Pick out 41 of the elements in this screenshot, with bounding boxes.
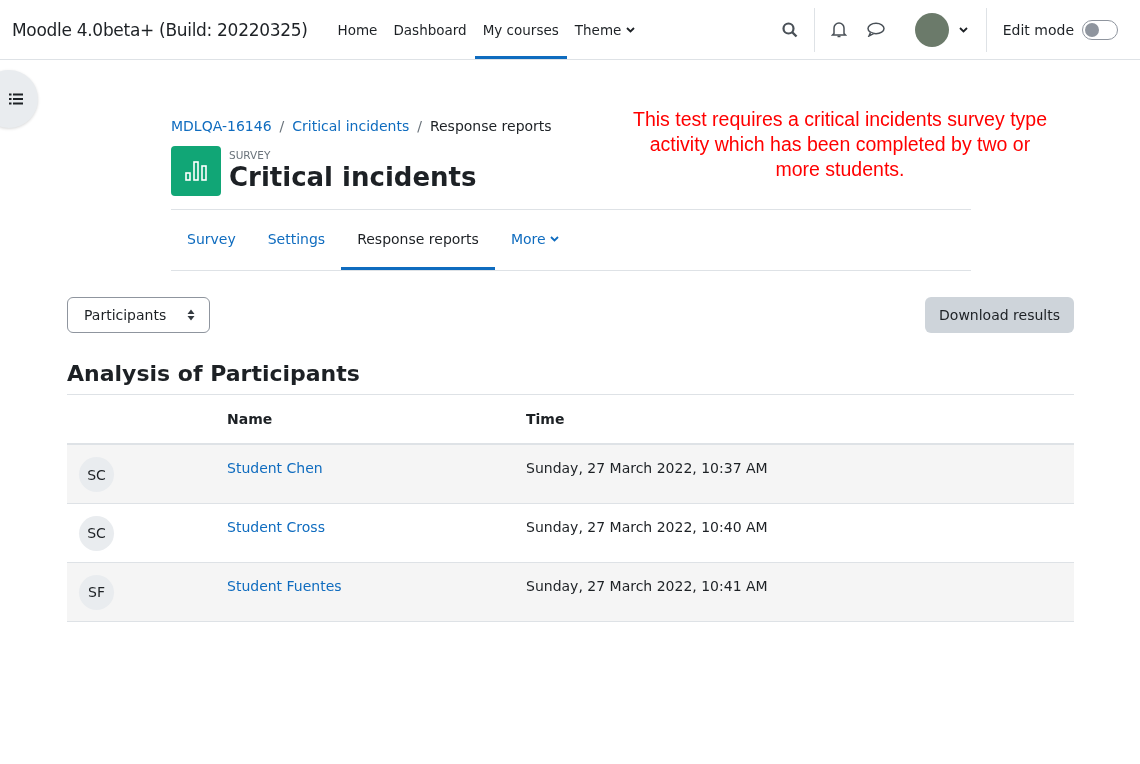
report-select[interactable]: Participants: [67, 297, 210, 333]
page-title: Critical incidents: [229, 161, 477, 193]
user-name-link[interactable]: Student Cross: [227, 518, 325, 535]
breadcrumb-link[interactable]: MDLQA-16146: [171, 118, 272, 134]
speech-bubble-icon[interactable]: [866, 22, 885, 37]
user-avatar[interactable]: [914, 12, 949, 47]
time-cell: Sunday, 27 March 2022, 10:40 AM: [526, 518, 768, 535]
time-cell: Sunday, 27 March 2022, 10:41 AM: [526, 577, 768, 594]
time-cell: Sunday, 27 March 2022, 10:37 AM: [526, 460, 768, 476]
breadcrumb-separator: /: [279, 118, 285, 134]
tab[interactable]: More: [494, 210, 575, 270]
user-name-link[interactable]: Student Chen: [227, 460, 323, 476]
section-heading: Analysis of Participants: [67, 361, 361, 386]
caret-icon[interactable]: [958, 26, 968, 33]
download-results-button[interactable]: Download results: [925, 297, 1074, 333]
nav-link[interactable]: Theme: [566, 0, 644, 59]
current-page-label: Response reports: [429, 118, 552, 134]
tab[interactable]: Settings: [251, 210, 342, 270]
annotation-note: This test requires a critical incidents survey type activity which has been completed by two or more students.: [632, 107, 1048, 182]
nav-link[interactable]: Home: [329, 0, 386, 59]
site-name[interactable]: Moodle 4.0beta+ (Build: 20220325): [12, 19, 308, 40]
search-icon[interactable]: [781, 21, 798, 38]
edit-mode-toggle[interactable]: [1082, 19, 1118, 40]
nav-link[interactable]: Dashboard: [385, 0, 475, 59]
user-name-link[interactable]: Student Fuentes: [227, 577, 342, 594]
user-initials-avatar: SF: [79, 574, 114, 610]
user-initials-avatar: SC: [79, 457, 114, 492]
bell-icon[interactable]: [830, 21, 847, 38]
edit-mode-label: Edit mode: [1002, 21, 1074, 38]
activity-type-label: SURVEY: [229, 149, 272, 161]
tab[interactable]: Response reports: [341, 210, 495, 270]
user-initials-avatar: SC: [79, 515, 114, 551]
list-icon: [9, 93, 23, 105]
column-header: Time: [526, 411, 565, 427]
sort-arrows-icon: [187, 309, 195, 321]
tab[interactable]: Survey: [171, 210, 252, 270]
breadcrumb-link[interactable]: Critical incidents: [292, 118, 410, 134]
nav-link[interactable]: My courses: [474, 0, 567, 59]
column-header: Name: [227, 411, 273, 427]
breadcrumb-separator: /: [417, 118, 422, 134]
bar-chart-icon: [171, 146, 221, 196]
